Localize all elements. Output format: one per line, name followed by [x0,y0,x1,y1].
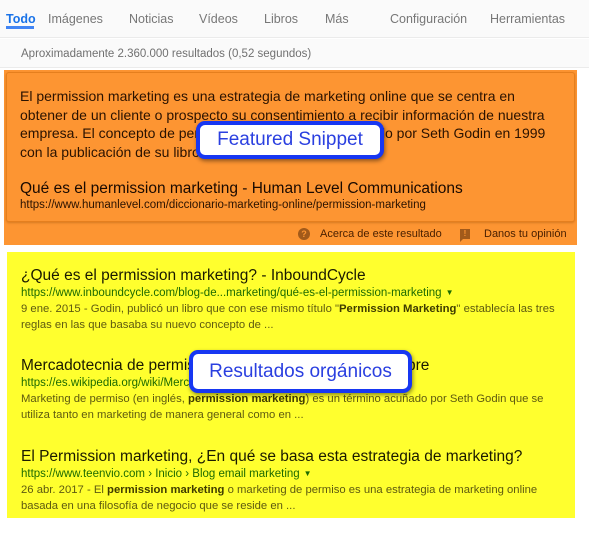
about-result-label: Acerca de este resultado [320,228,442,240]
result-snippet: 9 ene. 2015 - Godin, publicó un libro qu… [21,301,571,333]
snippet-bold: Permission Marketing [339,303,457,315]
result-title[interactable]: ¿Qué es el permission marketing? - Inbou… [21,266,571,285]
snippet-bold: permission marketing [188,393,306,405]
result-title[interactable]: El Permission marketing, ¿En qué se basa… [21,447,571,466]
featured-snippet-footer: ? Acerca de este resultado ! Danos tu op… [4,227,577,243]
tab-libros[interactable]: Libros [264,12,298,26]
tab-imagenes[interactable]: Imágenes [48,12,103,26]
result-stats: Aproximadamente 2.360.000 resultados (0,… [21,48,312,60]
about-result-link[interactable]: ? Acerca de este resultado [298,228,442,240]
settings-link[interactable]: Configuración [390,12,467,26]
result-url: https://www.teenvio.com › Inicio › Blog … [21,466,571,482]
active-tab-indicator [6,26,34,29]
result-url-text: https://www.teenvio.com › Inicio › Blog … [21,468,300,480]
result-url-text: https://www.inboundcycle.com/blog-de...m… [21,287,442,299]
tab-noticias[interactable]: Noticias [129,12,173,26]
featured-snippet-url: https://www.humanlevel.com/diccionario-m… [20,199,426,211]
featured-snippet-callout: Featured Snippet [196,121,384,159]
result-snippet: 26 abr. 2017 - El permission marketing o… [21,482,571,514]
tools-link[interactable]: Herramientas [490,12,565,26]
feedback-link[interactable]: ! Danos tu opinión [460,228,567,242]
organic-result: ¿Qué es el permission marketing? - Inbou… [21,266,571,333]
tab-mas[interactable]: Más [325,12,349,26]
snippet-bold: permission marketing [107,484,225,496]
snippet-text: 9 ene. 2015 - Godin, publicó un libro qu… [21,303,340,315]
tab-todo[interactable]: Todo [6,12,36,26]
caret-down-icon[interactable]: ▼ [446,285,454,301]
feedback-label: Danos tu opinión [484,228,567,240]
snippet-text: 26 abr. 2017 - El [21,484,108,496]
result-snippet: Marketing de permiso (en inglés, permiss… [21,391,571,423]
organic-results-callout: Resultados orgánicos [189,350,412,393]
result-url: https://www.inboundcycle.com/blog-de...m… [21,285,571,301]
featured-snippet-title[interactable]: Qué es el permission marketing - Human L… [20,180,463,198]
result-stats-bar: Aproximadamente 2.360.000 resultados (0,… [0,39,589,68]
question-icon: ? [298,228,310,240]
caret-down-icon[interactable]: ▼ [304,466,312,482]
feedback-icon: ! [460,229,470,242]
tab-videos[interactable]: Vídeos [199,12,238,26]
snippet-text: Marketing de permiso (en inglés, [21,393,189,405]
organic-result: El Permission marketing, ¿En qué se basa… [21,447,571,514]
search-nav: Todo Imágenes Noticias Vídeos Libros Más… [0,0,589,38]
